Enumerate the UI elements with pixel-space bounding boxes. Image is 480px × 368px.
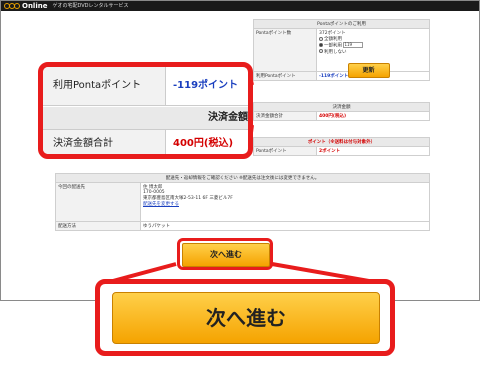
next-button-large[interactable]: 次へ進む	[112, 292, 380, 344]
payment-title-large: 決済金額	[43, 107, 248, 130]
usage-label-large: 利用Pontaポイント	[43, 67, 166, 106]
payment-label-large: 決済金額合計	[43, 130, 166, 154]
usage-value-large: -119ポイント	[165, 67, 248, 106]
payment-value-large: 400円(税込)	[173, 138, 234, 149]
zoom-callout-next: 次へ進む	[95, 279, 395, 356]
zoom-callout-points: 利用Pontaポイント -119ポイント 決済金額 決済金額合計 400円(税込…	[38, 62, 253, 159]
